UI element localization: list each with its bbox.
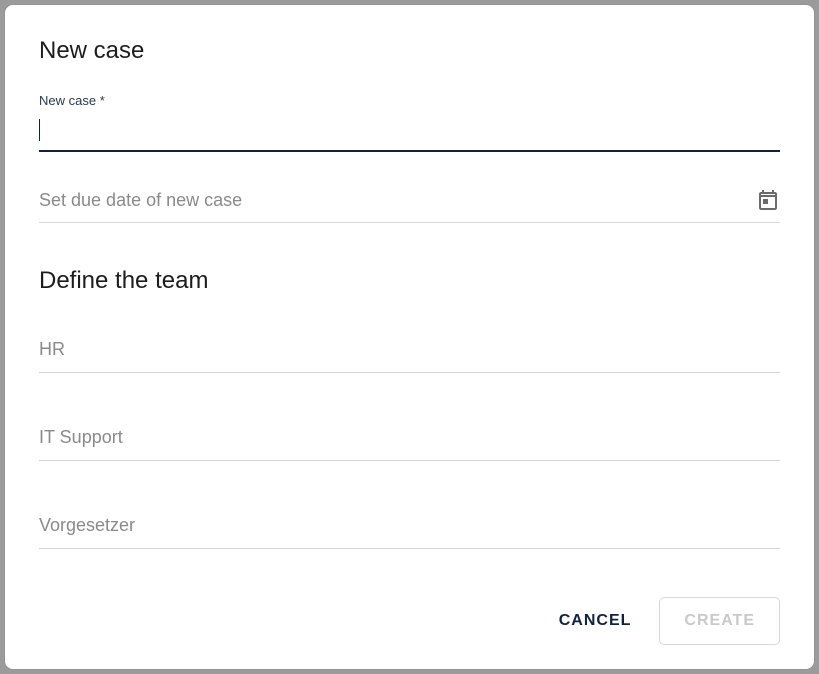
cancel-button[interactable]: CANCEL bbox=[551, 600, 640, 642]
create-button[interactable]: CREATE bbox=[659, 597, 780, 645]
team-field-vorgesetzer[interactable]: Vorgesetzer bbox=[39, 519, 780, 549]
team-section-title: Define the team bbox=[39, 267, 780, 295]
text-caret bbox=[39, 119, 40, 141]
new-case-dialog: New case New case * Set due date of new … bbox=[5, 5, 814, 669]
team-field-it-support[interactable]: IT Support bbox=[39, 431, 780, 461]
dialog-title: New case bbox=[39, 37, 780, 65]
team-field-placeholder: HR bbox=[39, 339, 65, 360]
team-field-placeholder: IT Support bbox=[39, 427, 123, 448]
case-name-input-line[interactable] bbox=[39, 110, 780, 152]
due-date-placeholder: Set due date of new case bbox=[39, 190, 756, 211]
team-field-placeholder: Vorgesetzer bbox=[39, 515, 135, 536]
team-field-hr[interactable]: HR bbox=[39, 343, 780, 373]
due-date-field[interactable]: Set due date of new case bbox=[39, 188, 780, 223]
calendar-icon[interactable] bbox=[756, 188, 780, 212]
case-name-field[interactable]: New case * bbox=[39, 93, 780, 152]
case-name-label: New case * bbox=[39, 93, 780, 108]
dialog-actions: CANCEL CREATE bbox=[39, 597, 780, 645]
